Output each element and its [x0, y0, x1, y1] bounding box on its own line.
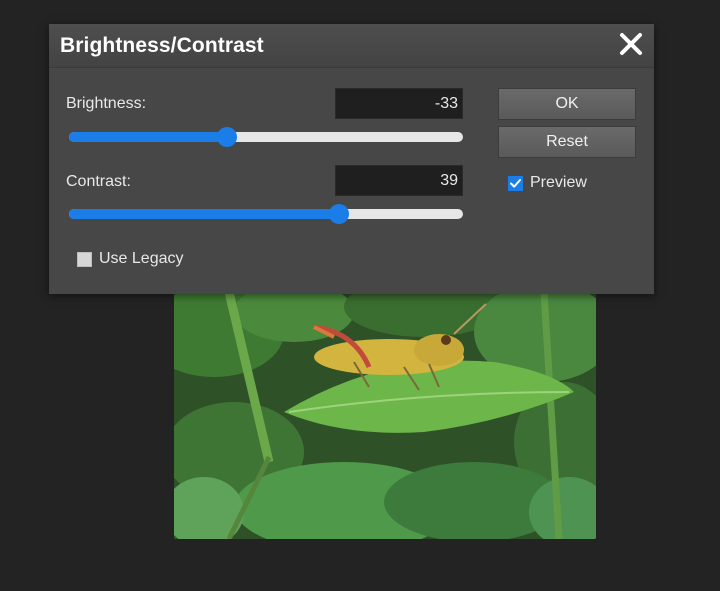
brightness-slider-fill — [69, 132, 227, 142]
use-legacy-checkbox[interactable] — [77, 251, 92, 267]
brightness-slider[interactable] — [69, 126, 463, 147]
contrast-slider-thumb[interactable] — [328, 204, 349, 224]
use-legacy-label: Use Legacy — [99, 250, 184, 267]
grasshopper-photo — [174, 292, 596, 539]
close-button[interactable] — [617, 30, 645, 58]
checkmark-icon — [510, 178, 521, 188]
brightness-contrast-dialog: Brightness/Contrast Brightness: -33 Cont… — [49, 24, 654, 294]
reset-button[interactable]: Reset — [498, 126, 636, 158]
brightness-value-input[interactable]: -33 — [335, 88, 463, 119]
preview-label: Preview — [530, 174, 587, 191]
workspace: Brightness/Contrast Brightness: -33 Cont… — [0, 0, 720, 591]
preview-checkbox-row[interactable]: Preview — [508, 174, 587, 192]
brightness-slider-track — [69, 132, 463, 142]
dialog-title: Brightness/Contrast — [60, 34, 264, 57]
contrast-label: Contrast: — [66, 173, 131, 190]
contrast-slider-fill — [69, 209, 339, 219]
brightness-label: Brightness: — [66, 95, 147, 112]
contrast-slider[interactable] — [69, 203, 463, 224]
ok-button[interactable]: OK — [498, 88, 636, 120]
use-legacy-checkbox-row[interactable]: Use Legacy — [77, 250, 184, 268]
contrast-value-input[interactable]: 39 — [335, 165, 463, 196]
preview-checkbox[interactable] — [508, 175, 523, 191]
close-icon — [620, 33, 642, 55]
dialog-header[interactable]: Brightness/Contrast — [49, 24, 654, 68]
contrast-slider-track — [69, 209, 463, 219]
brightness-slider-thumb[interactable] — [216, 127, 237, 147]
canvas-image[interactable] — [174, 292, 596, 539]
